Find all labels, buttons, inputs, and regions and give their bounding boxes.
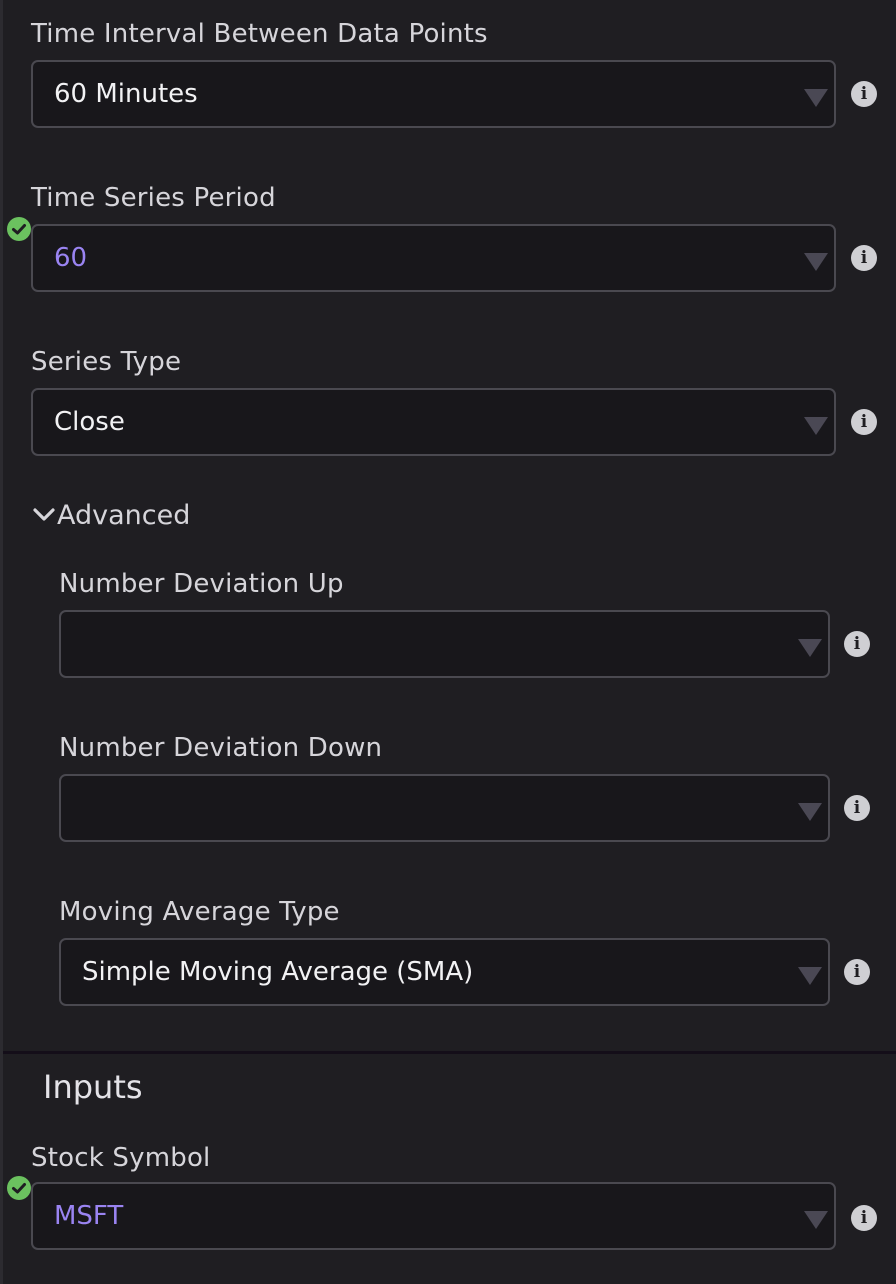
- interval-value: 60 Minutes: [54, 79, 198, 109]
- check-circle-icon: [7, 1176, 31, 1200]
- info-icon[interactable]: i: [844, 631, 870, 657]
- deviation-down-label: Number Deviation Down: [59, 733, 383, 763]
- period-label: Time Series Period: [31, 183, 276, 213]
- advanced-toggle[interactable]: Advanced: [31, 498, 190, 532]
- check-circle-icon: [7, 217, 31, 241]
- interval-select[interactable]: 60 Minutes: [31, 60, 836, 128]
- ma-type-label: Moving Average Type: [59, 897, 340, 927]
- deviation-down-select[interactable]: [59, 774, 830, 842]
- caret-down-icon: [804, 1211, 828, 1229]
- symbol-value: MSFT: [54, 1201, 124, 1231]
- ma-type-select[interactable]: Simple Moving Average (SMA): [59, 938, 830, 1006]
- caret-down-icon: [804, 417, 828, 435]
- indicator-settings-panel: Time Interval Between Data Points 60 Min…: [0, 0, 896, 1284]
- symbol-label: Stock Symbol: [31, 1143, 211, 1173]
- section-divider: [3, 1051, 896, 1054]
- info-icon[interactable]: i: [851, 81, 877, 107]
- deviation-up-label: Number Deviation Up: [59, 569, 344, 599]
- info-icon[interactable]: i: [844, 959, 870, 985]
- inputs-section-title: Inputs: [43, 1068, 143, 1106]
- ma-type-value: Simple Moving Average (SMA): [82, 957, 474, 987]
- period-select[interactable]: 60: [31, 224, 836, 292]
- info-icon[interactable]: i: [844, 795, 870, 821]
- series-type-value: Close: [54, 407, 125, 437]
- period-value: 60: [54, 243, 88, 273]
- caret-down-icon: [798, 967, 822, 985]
- chevron-down-icon: [33, 508, 55, 521]
- info-icon[interactable]: i: [851, 245, 877, 271]
- info-icon[interactable]: i: [851, 1205, 877, 1231]
- caret-down-icon: [804, 89, 828, 107]
- advanced-label: Advanced: [57, 499, 191, 531]
- series-type-select[interactable]: Close: [31, 388, 836, 456]
- caret-down-icon: [804, 253, 828, 271]
- interval-label: Time Interval Between Data Points: [31, 19, 488, 49]
- info-icon[interactable]: i: [851, 409, 877, 435]
- series-type-label: Series Type: [31, 347, 182, 377]
- symbol-select[interactable]: MSFT: [31, 1182, 836, 1250]
- caret-down-icon: [798, 639, 822, 657]
- caret-down-icon: [798, 803, 822, 821]
- deviation-up-select[interactable]: [59, 610, 830, 678]
